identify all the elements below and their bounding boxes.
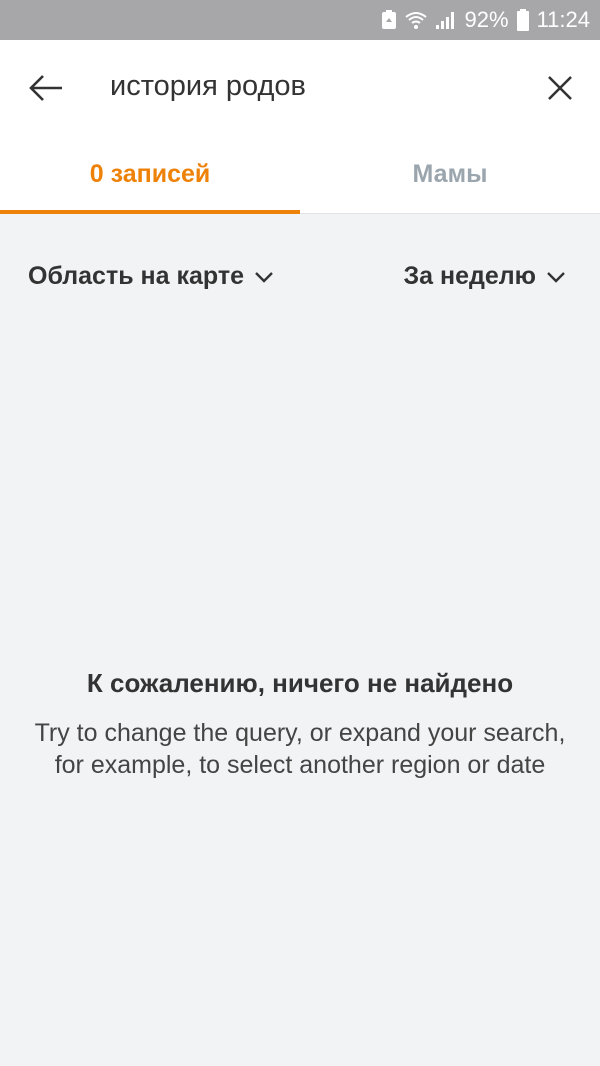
tab-moms-label: Мамы — [412, 160, 488, 188]
filters-bar: Область на карте За неделю — [0, 252, 600, 308]
recycle-icon — [381, 10, 397, 30]
search-query[interactable]: история родов — [110, 70, 306, 103]
signal-icon — [435, 10, 457, 30]
status-bar: 92% 11:24 — [0, 0, 600, 40]
chevron-down-icon — [547, 271, 565, 283]
region-filter[interactable]: Область на карте — [28, 262, 274, 291]
tab-posts[interactable]: 0 записей — [0, 136, 300, 214]
active-tab-indicator — [0, 210, 300, 214]
status-time: 11:24 — [536, 7, 590, 32]
arrow-left-icon — [29, 75, 62, 101]
results-tabs: 0 записей Мамы — [0, 136, 600, 214]
close-icon — [548, 76, 572, 100]
wifi-icon — [404, 10, 427, 30]
empty-state-description: Try to change the query, or expand your … — [34, 719, 566, 779]
chevron-down-icon — [255, 271, 273, 283]
battery-percent: 92% — [464, 7, 509, 32]
tab-moms[interactable]: Мамы — [300, 136, 600, 213]
back-button[interactable] — [22, 66, 70, 110]
battery-icon — [516, 9, 529, 31]
period-filter-label: За неделю — [403, 262, 536, 290]
tab-posts-label: 0 записей — [89, 160, 211, 188]
period-filter[interactable]: За неделю — [403, 262, 566, 291]
search-header: история родов — [0, 40, 600, 136]
region-filter-label: Область на карте — [28, 262, 244, 290]
empty-state-title: К сожалению, ничего не найдено — [86, 668, 514, 698]
clear-search-button[interactable] — [536, 66, 584, 110]
empty-state: К сожалению, ничего не найдено Try to ch… — [0, 668, 600, 781]
